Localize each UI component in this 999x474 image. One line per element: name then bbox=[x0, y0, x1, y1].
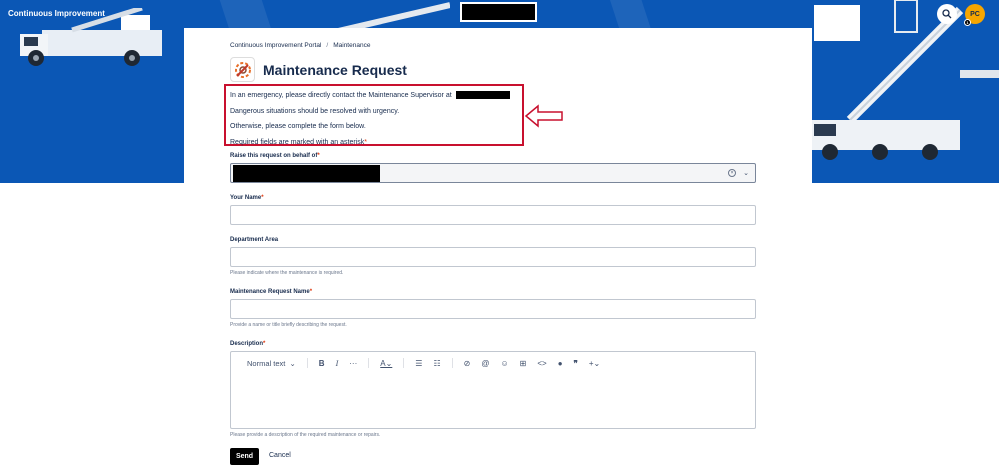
arrow-left-icon bbox=[524, 104, 563, 128]
request-name-input[interactable] bbox=[230, 299, 756, 319]
department-label: Department Area bbox=[230, 237, 279, 243]
banner-redacted-block bbox=[460, 2, 537, 22]
description-help: Please provide a description of the requ… bbox=[230, 432, 381, 438]
search-icon bbox=[942, 9, 952, 19]
table-icon[interactable]: ⊞ bbox=[520, 359, 527, 368]
editor-toolbar: Normal text ⌄ B I ··· A⌄ ☰ ☷ ⊘ @ ☺ ⊞ <> … bbox=[247, 358, 611, 368]
your-name-input[interactable] bbox=[230, 205, 756, 225]
notice-line-3: Otherwise, please complete the form belo… bbox=[230, 123, 366, 130]
crane-truck-image bbox=[810, 0, 999, 160]
description-label: Description* bbox=[230, 341, 266, 347]
mention-icon[interactable]: @ bbox=[481, 359, 489, 368]
clear-icon[interactable]: × bbox=[728, 169, 737, 177]
bullet-list-icon[interactable]: ☰ bbox=[415, 359, 422, 368]
insert-icon[interactable]: +⌄ bbox=[589, 359, 600, 368]
wrench-gear-icon bbox=[230, 57, 255, 82]
bold-icon[interactable]: B bbox=[319, 359, 325, 368]
text-style-dropdown[interactable]: Normal text ⌄ bbox=[247, 359, 296, 368]
text-color-icon[interactable]: A⌄ bbox=[380, 359, 392, 368]
avatar[interactable]: PC 1 bbox=[964, 4, 985, 26]
cancel-button[interactable]: Cancel bbox=[269, 452, 291, 459]
notice-line-2: Dangerous situations should be resolved … bbox=[230, 107, 400, 115]
notification-badge: 1 bbox=[964, 19, 971, 26]
page-title: Maintenance Request bbox=[263, 61, 407, 78]
send-button[interactable]: Send bbox=[230, 448, 259, 465]
form-panel: Continuous Improvement Portal / Maintena… bbox=[184, 28, 812, 474]
behalf-select[interactable]: × ⌄ bbox=[230, 163, 756, 183]
department-input[interactable] bbox=[230, 247, 756, 267]
search-button[interactable] bbox=[937, 4, 957, 24]
breadcrumb-portal[interactable]: Continuous Improvement Portal bbox=[230, 42, 321, 49]
request-name-help: Provide a name or title briefly describi… bbox=[230, 322, 347, 328]
redacted-phone bbox=[455, 91, 510, 100]
request-name-label: Maintenance Request Name* bbox=[230, 289, 313, 295]
emergency-notice: In an emergency, please directly contact… bbox=[224, 84, 524, 146]
select-controls: × ⌄ bbox=[728, 169, 749, 177]
italic-icon[interactable]: I bbox=[336, 359, 339, 368]
emoji-icon[interactable]: ☺ bbox=[500, 359, 508, 368]
notice-line-1: In an emergency, please directly contact… bbox=[230, 88, 518, 104]
portal-title[interactable]: Continuous Improvement bbox=[8, 9, 105, 18]
top-actions: PC 1 bbox=[937, 4, 985, 26]
numbered-list-icon[interactable]: ☷ bbox=[433, 359, 440, 368]
toolbar-divider bbox=[306, 358, 308, 368]
chevron-down-icon[interactable]: ⌄ bbox=[743, 169, 749, 177]
info-icon[interactable]: ● bbox=[558, 359, 563, 368]
behalf-label: Raise this request on behalf of* bbox=[230, 153, 320, 159]
department-help: Please indicate where the maintenance is… bbox=[230, 270, 344, 276]
quote-icon[interactable]: ❞ bbox=[574, 359, 578, 368]
breadcrumb: Continuous Improvement Portal / Maintena… bbox=[230, 42, 370, 49]
avatar-initials: PC bbox=[970, 10, 980, 18]
code-icon[interactable]: <> bbox=[537, 359, 546, 368]
breadcrumb-separator: / bbox=[326, 42, 329, 49]
toolbar-divider bbox=[368, 358, 370, 368]
toolbar-divider bbox=[403, 358, 405, 368]
title-row: Maintenance Request bbox=[230, 57, 407, 82]
notice-line-4: Required fields are marked with an aster… bbox=[230, 138, 367, 146]
toolbar-divider bbox=[451, 358, 453, 368]
your-name-label: Your Name* bbox=[230, 195, 264, 201]
description-editor[interactable]: Normal text ⌄ B I ··· A⌄ ☰ ☷ ⊘ @ ☺ ⊞ <> … bbox=[230, 351, 756, 429]
more-icon[interactable]: ··· bbox=[349, 359, 357, 368]
redacted-selected-user bbox=[233, 165, 380, 182]
link-icon[interactable]: ⊘ bbox=[464, 359, 471, 368]
breadcrumb-maintenance[interactable]: Maintenance bbox=[333, 42, 370, 49]
